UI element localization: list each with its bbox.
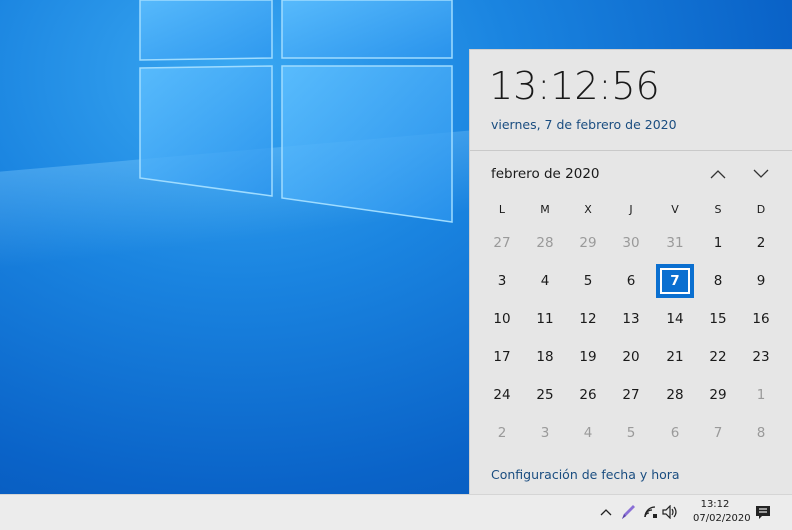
calendar-day[interactable]: 28	[655, 378, 695, 412]
pen-icon	[622, 505, 635, 519]
chevron-down-icon	[753, 169, 769, 178]
calendar-day[interactable]: 30	[611, 226, 651, 260]
calendar-day[interactable]: 12	[568, 302, 608, 336]
calendar-day[interactable]: 24	[482, 378, 522, 412]
calendar-day[interactable]: 6	[655, 416, 695, 450]
taskbar-clock[interactable]: 13:12 07/02/2020	[693, 498, 751, 526]
calendar-day[interactable]: 22	[698, 340, 738, 374]
calendar-day[interactable]: 18	[525, 340, 565, 374]
calendar-day[interactable]: 11	[525, 302, 565, 336]
weekday-label: V	[671, 203, 679, 216]
calendar-day[interactable]: 26	[568, 378, 608, 412]
volume-button[interactable]	[662, 503, 680, 521]
calendar-day[interactable]: 8	[741, 416, 781, 450]
calendar-day[interactable]: 8	[698, 264, 738, 298]
weekday-label: D	[756, 203, 766, 216]
action-center-button[interactable]	[754, 503, 772, 521]
calendar-day[interactable]: 6	[611, 264, 651, 298]
calendar-day[interactable]: 4	[568, 416, 608, 450]
weekday-label: L	[498, 203, 506, 216]
calendar-day[interactable]: 2	[482, 416, 522, 450]
calendar-day[interactable]: 27	[482, 226, 522, 260]
calendar-day[interactable]: 15	[698, 302, 738, 336]
wifi-icon	[644, 506, 657, 518]
weekday-label: X	[584, 203, 592, 216]
calendar-day[interactable]: 7	[698, 416, 738, 450]
show-hidden-icons-button[interactable]	[597, 503, 615, 521]
volume-icon	[662, 505, 677, 519]
calendar-month-label[interactable]: febrero de 2020	[491, 166, 600, 182]
weekday-label: J	[629, 203, 633, 216]
windows-logo-wallpaper	[139, 0, 453, 223]
calendar-day[interactable]: 1	[698, 226, 738, 260]
calendar-day[interactable]: 10	[482, 302, 522, 336]
weekday-label: S	[714, 203, 722, 216]
calendar-day[interactable]: 3	[525, 416, 565, 450]
calendar-day[interactable]: 4	[525, 264, 565, 298]
clock-time: 13:12:56	[489, 64, 660, 108]
next-month-button[interactable]	[748, 163, 774, 185]
notification-icon	[756, 505, 770, 519]
previous-month-button[interactable]	[705, 163, 731, 185]
flyout-divider	[470, 150, 792, 151]
calendar-day[interactable]: 1	[741, 378, 781, 412]
calendar-day[interactable]: 27	[611, 378, 651, 412]
windows-ink-button[interactable]	[619, 503, 637, 521]
clock-date-long[interactable]: viernes, 7 de febrero de 2020	[491, 117, 677, 132]
calendar-day[interactable]: 31	[655, 226, 695, 260]
calendar-day[interactable]: 29	[568, 226, 608, 260]
calendar-day[interactable]: 9	[741, 264, 781, 298]
calendar-day[interactable]: 5	[568, 264, 608, 298]
date-time-settings-link[interactable]: Configuración de fecha y hora	[491, 467, 680, 482]
calendar-day[interactable]: 17	[482, 340, 522, 374]
taskbar-clock-time: 13:12	[700, 499, 730, 510]
calendar-day[interactable]: 20	[611, 340, 651, 374]
chevron-up-icon	[600, 509, 612, 516]
calendar-day[interactable]: 23	[741, 340, 781, 374]
calendar-day[interactable]: 21	[655, 340, 695, 374]
calendar-day[interactable]: 19	[568, 340, 608, 374]
calendar-day[interactable]: 2	[741, 226, 781, 260]
calendar-day[interactable]: 14	[655, 302, 695, 336]
calendar-flyout: 13:12:56 viernes, 7 de febrero de 2020 f…	[469, 49, 792, 494]
calendar-day[interactable]: 16	[741, 302, 781, 336]
calendar-day[interactable]: 5	[611, 416, 651, 450]
calendar-day-today[interactable]: 7	[656, 264, 694, 298]
chevron-up-icon	[710, 170, 726, 179]
network-button[interactable]	[642, 503, 660, 521]
calendar-day[interactable]: 13	[611, 302, 651, 336]
calendar-day[interactable]: 29	[698, 378, 738, 412]
taskbar: 13:12 07/02/2020	[0, 494, 792, 530]
calendar-day[interactable]: 3	[482, 264, 522, 298]
calendar-day[interactable]: 28	[525, 226, 565, 260]
calendar-day[interactable]: 25	[525, 378, 565, 412]
taskbar-clock-date: 07/02/2020	[693, 513, 751, 524]
weekday-label: M	[540, 203, 550, 216]
